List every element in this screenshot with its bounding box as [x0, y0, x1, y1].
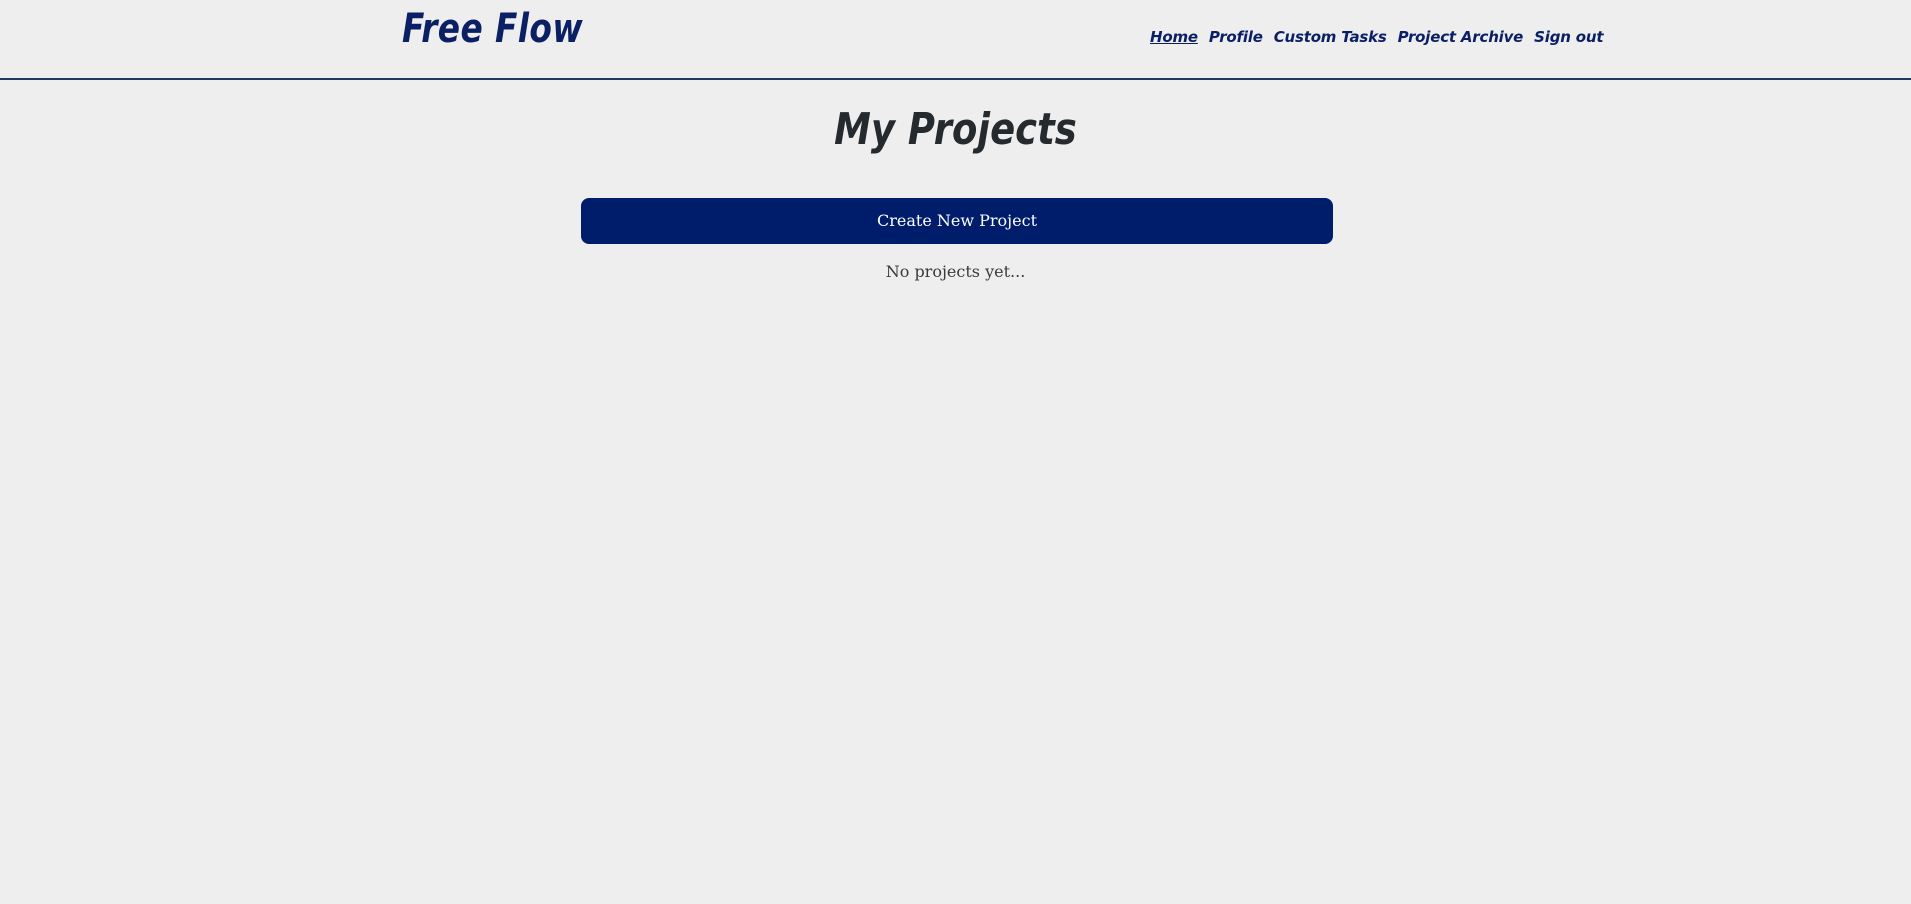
- page-title: My Projects: [0, 104, 1911, 155]
- nav-sign-out-link[interactable]: Sign out: [1534, 28, 1603, 46]
- create-new-project-button[interactable]: Create New Project: [581, 198, 1333, 244]
- nav-home-link[interactable]: Home: [1150, 28, 1198, 46]
- site-header: Free Flow Home Profile Custom Tasks Proj…: [0, 0, 1911, 80]
- main-nav: Home Profile Custom Tasks Project Archiv…: [1150, 28, 1604, 46]
- page-title-text: My Projects: [834, 104, 1077, 155]
- nav-custom-tasks-link[interactable]: Custom Tasks: [1274, 28, 1387, 46]
- empty-projects-message: No projects yet...: [885, 262, 1026, 281]
- nav-profile-link[interactable]: Profile: [1209, 28, 1263, 46]
- brand-logo[interactable]: Free Flow: [402, 6, 583, 52]
- nav-project-archive-link[interactable]: Project Archive: [1398, 28, 1524, 46]
